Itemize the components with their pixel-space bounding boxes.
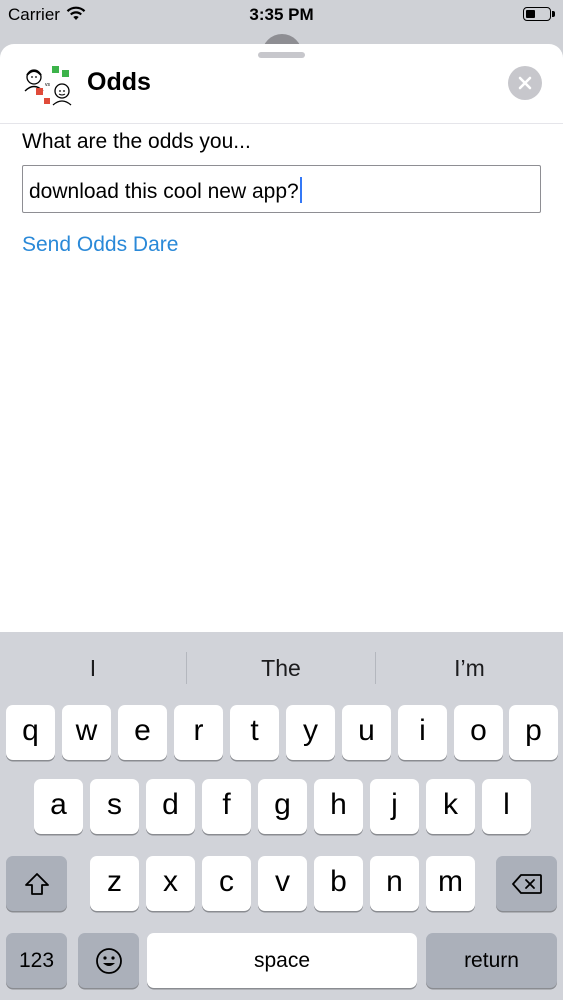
status-time: 3:35 PM — [249, 5, 314, 24]
key-d[interactable]: d — [146, 779, 195, 834]
key-a[interactable]: a — [34, 779, 83, 834]
battery-icon — [523, 7, 555, 21]
delete-key[interactable] — [496, 856, 557, 911]
shift-key[interactable] — [6, 856, 67, 911]
key-j[interactable]: j — [370, 779, 419, 834]
text-cursor — [299, 177, 302, 203]
key-c[interactable]: c — [202, 856, 251, 911]
predictive-bar: I The I’m — [0, 632, 563, 702]
key-i[interactable]: i — [398, 705, 447, 760]
key-v[interactable]: v — [258, 856, 307, 911]
key-l[interactable]: l — [482, 779, 531, 834]
dare-text-value: download this cool new app? — [29, 180, 299, 203]
key-x[interactable]: x — [146, 856, 195, 911]
key-g[interactable]: g — [258, 779, 307, 834]
key-q[interactable]: q — [6, 705, 55, 760]
svg-text:vs: vs — [45, 82, 51, 88]
suggestion-1[interactable]: I — [0, 632, 186, 702]
key-r[interactable]: r — [174, 705, 223, 760]
emoji-icon — [95, 947, 122, 974]
key-y[interactable]: y — [286, 705, 335, 760]
key-t[interactable]: t — [230, 705, 279, 760]
backspace-icon — [511, 873, 542, 894]
key-b[interactable]: b — [314, 856, 363, 911]
space-key[interactable]: space — [147, 933, 417, 988]
key-s[interactable]: s — [90, 779, 139, 834]
sheet-header: vs Odds — [0, 44, 563, 124]
key-e[interactable]: e — [118, 705, 167, 760]
shift-icon — [24, 872, 49, 895]
key-h[interactable]: h — [314, 779, 363, 834]
numbers-key[interactable]: 123 — [6, 933, 67, 988]
prompt-label: What are the odds you... — [22, 130, 251, 153]
status-bar: Carrier 3:35 PM — [0, 0, 563, 30]
key-w[interactable]: w — [62, 705, 111, 760]
key-k[interactable]: k — [426, 779, 475, 834]
return-key[interactable]: return — [426, 933, 557, 988]
emoji-key[interactable] — [78, 933, 139, 988]
suggestion-3[interactable]: I’m — [376, 632, 563, 702]
key-m[interactable]: m — [426, 856, 475, 911]
dare-text-field[interactable]: download this cool new app? — [22, 165, 541, 213]
key-o[interactable]: o — [454, 705, 503, 760]
odds-app-logo-icon: vs — [22, 64, 76, 106]
key-p[interactable]: p — [509, 705, 558, 760]
key-z[interactable]: z — [90, 856, 139, 911]
key-n[interactable]: n — [370, 856, 419, 911]
key-u[interactable]: u — [342, 705, 391, 760]
close-button[interactable] — [508, 66, 542, 100]
key-f[interactable]: f — [202, 779, 251, 834]
send-odds-dare-button[interactable]: Send Odds Dare — [22, 233, 178, 257]
suggestion-2[interactable]: The — [187, 632, 375, 702]
app-title: Odds — [87, 68, 151, 96]
close-icon — [518, 76, 532, 90]
odds-sheet: vs Odds What are the odds you... downloa… — [0, 44, 563, 632]
keyboard: I The I’m q w e r t y u i o p a s d f g … — [0, 632, 563, 1000]
